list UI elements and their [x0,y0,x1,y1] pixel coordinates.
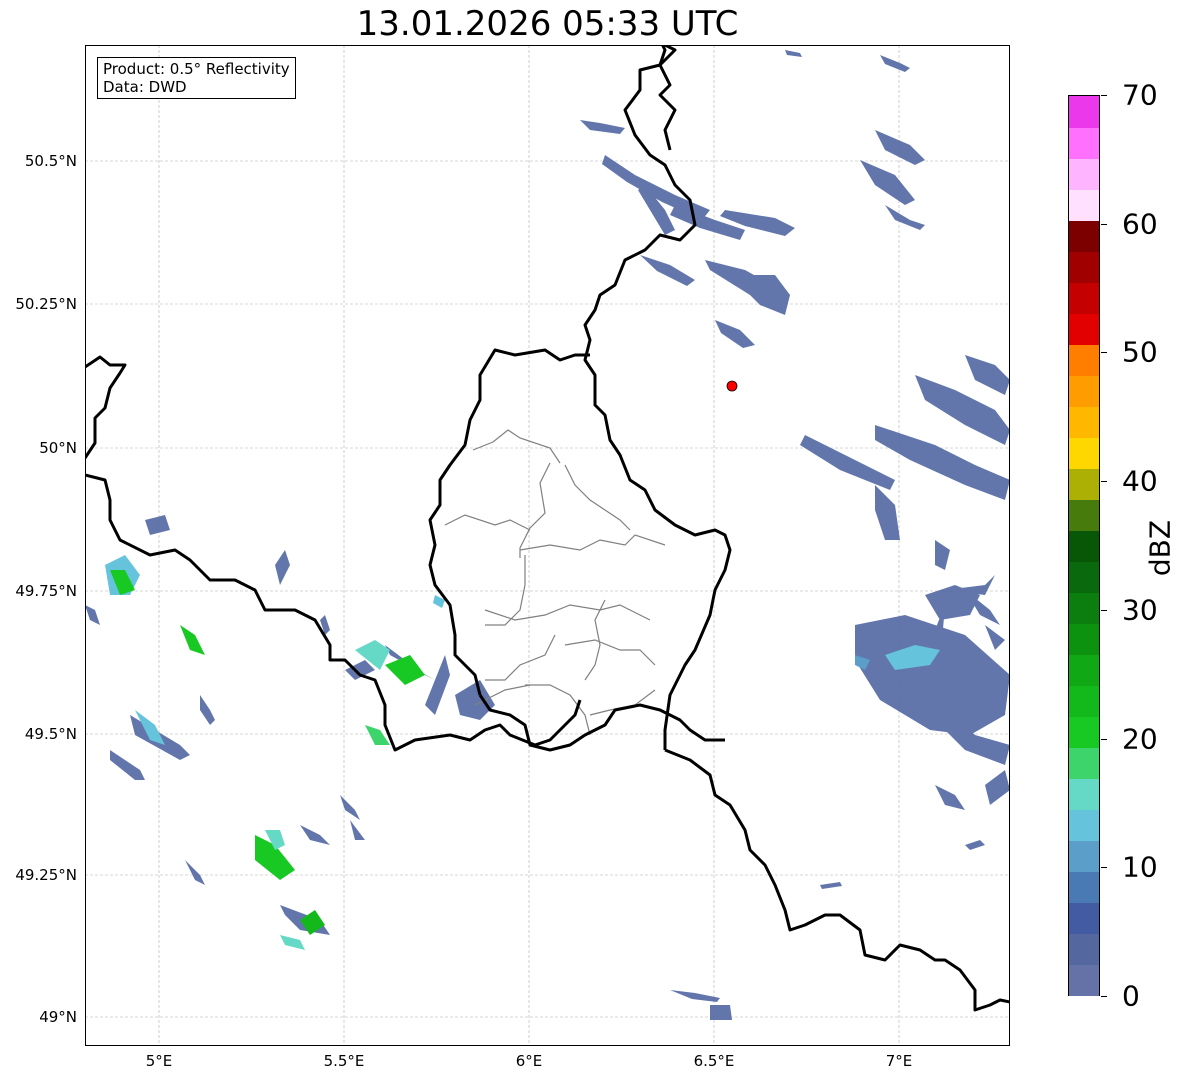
data-source-label: Data: DWD [103,78,187,96]
lon-label-6-5: 6.5°E [693,1052,735,1070]
colorbar-segment [1069,747,1099,779]
colorbar-segment [1069,282,1099,314]
colorbar-segment [1069,716,1099,748]
product-label: Product: 0.5° Reflectivity [103,60,290,78]
colorbar-segment [1069,313,1099,345]
colorbar-segment [1069,685,1099,717]
colorbar-segment [1069,468,1099,500]
lon-label-7: 7°E [885,1052,913,1070]
lat-label-49-5: 49.5°N [24,725,77,743]
map-area[interactable] [85,45,1010,1046]
colorbar-tick [1101,95,1107,96]
lat-label-50: 50°N [39,439,77,457]
colorbar-segment [1069,840,1099,872]
colorbar-tick [1101,481,1107,483]
colorbar-tick [1101,867,1107,869]
colorbar-tick-label: 70 [1122,78,1158,112]
colorbar-segment [1069,778,1099,810]
map-title: 13.01.2026 05:33 UTC [356,4,739,44]
colorbar-tick-label: 30 [1122,593,1158,627]
radar-site-marker[interactable] [726,380,738,392]
colorbar-segment [1069,809,1099,841]
lat-label-50-5: 50.5°N [24,152,77,170]
colorbar-unit-label: dBZ [1143,519,1177,577]
colorbar-tick-label: 50 [1122,335,1158,369]
lon-label-6: 6°E [515,1052,543,1070]
lat-label-50-25: 50.25°N [15,295,77,313]
colorbar-tick-label: 0 [1122,979,1140,1013]
colorbar-tick [1101,738,1107,740]
colorbar-segment [1069,530,1099,562]
colorbar [1068,95,1100,996]
colorbar-segment [1069,592,1099,624]
colorbar-segment [1069,871,1099,903]
colorbar-segment [1069,344,1099,376]
lat-label-49-25: 49.25°N [15,866,77,884]
lat-label-49: 49°N [39,1008,77,1026]
colorbar-segment [1069,654,1099,686]
colorbar-tick [1101,996,1107,997]
colorbar-tick [1101,223,1107,225]
colorbar-segment [1069,623,1099,655]
colorbar-segment [1069,964,1099,996]
product-info-box: Product: 0.5° Reflectivity Data: DWD [97,57,296,99]
colorbar-segment [1069,220,1099,252]
lat-label-49-75: 49.75°N [15,582,77,600]
colorbar-segment [1069,375,1099,407]
colorbar-tick [1101,609,1107,611]
colorbar-segment [1069,189,1099,221]
colorbar-segment [1069,437,1099,469]
colorbar-segment [1069,561,1099,593]
colorbar-segment [1069,96,1099,128]
colorbar-segment [1069,933,1099,965]
colorbar-tick [1101,352,1107,354]
colorbar-segment [1069,251,1099,283]
lon-label-5-5: 5.5°E [323,1052,365,1070]
colorbar-tick-label: 40 [1122,464,1158,498]
colorbar-tick-label: 10 [1122,850,1158,884]
lon-label-5: 5°E [145,1052,173,1070]
colorbar-segment [1069,127,1099,159]
radar-map[interactable] [85,45,1010,1046]
colorbar-segment [1069,158,1099,190]
colorbar-segment [1069,406,1099,438]
colorbar-tick-label: 20 [1122,722,1158,756]
colorbar-segment [1069,902,1099,934]
colorbar-tick-label: 60 [1122,207,1158,241]
colorbar-segment [1069,499,1099,531]
